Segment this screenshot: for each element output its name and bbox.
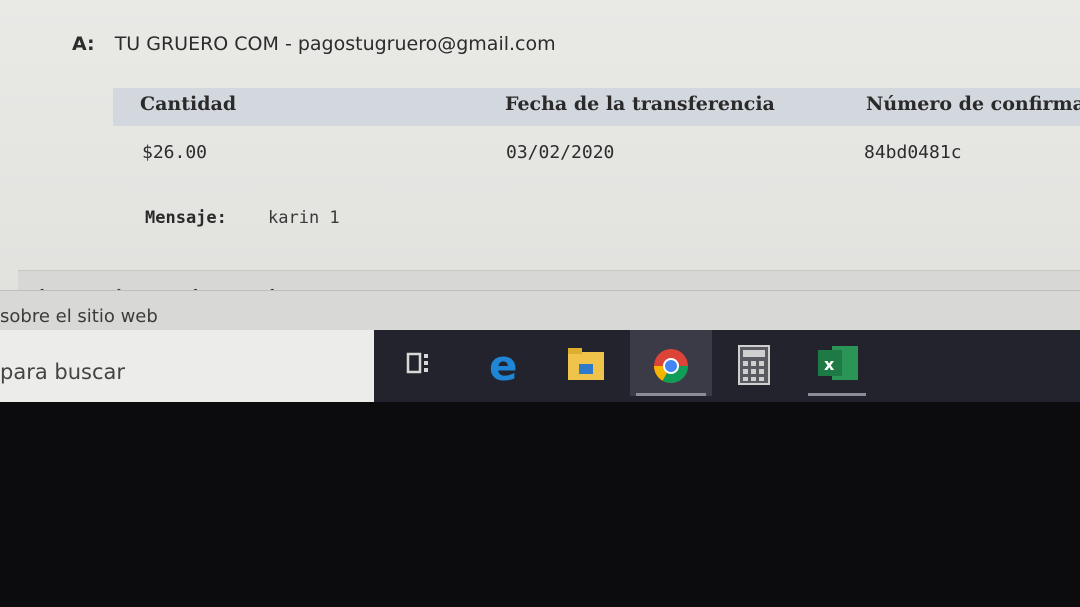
- chrome-icon: [654, 349, 688, 383]
- open-indicator: [808, 393, 866, 396]
- taskbar: e x: [374, 330, 1080, 402]
- recipient-line: A: TU GRUERO COM - pagostugruero@gmail.c…: [72, 33, 556, 55]
- cell-amount: $26.00: [142, 142, 208, 163]
- message-label: Mensaje:: [145, 208, 227, 228]
- edge-button[interactable]: e: [468, 330, 542, 396]
- recipient-value: TU GRUERO COM - pagostugruero@gmail.com: [114, 33, 556, 55]
- header-numero-confirmacion: Número de confirmac: [866, 93, 1080, 115]
- search-placeholder[interactable]: para buscar: [0, 360, 125, 384]
- email-screen: A: TU GRUERO COM - pagostugruero@gmail.c…: [0, 0, 1080, 402]
- file-explorer-button[interactable]: [550, 330, 624, 396]
- cell-date: 03/02/2020: [506, 142, 615, 163]
- excel-icon: x: [818, 346, 858, 380]
- cell-confirmation: 84bd0481c: [864, 142, 962, 163]
- file-explorer-icon: [568, 348, 604, 380]
- header-cantidad: Cantidad: [140, 93, 237, 115]
- active-indicator: [636, 393, 706, 396]
- edge-icon: e: [489, 341, 518, 390]
- to-label: A:: [72, 33, 95, 55]
- calculator-button[interactable]: [719, 330, 793, 396]
- calculator-icon: [738, 345, 770, 385]
- svg-text:x: x: [824, 355, 835, 374]
- header-fecha: Fecha de la transferencia: [505, 93, 775, 115]
- browser-status-strip: [0, 290, 1080, 331]
- svg-text:e: e: [489, 341, 518, 390]
- status-text[interactable]: sobre el sitio web: [0, 306, 158, 327]
- message-value: karin 1: [268, 208, 340, 228]
- excel-button[interactable]: x: [802, 330, 872, 396]
- dark-area: [0, 402, 1080, 607]
- task-view-button[interactable]: [382, 330, 456, 396]
- chrome-button[interactable]: [630, 330, 712, 396]
- task-view-icon: [406, 352, 428, 374]
